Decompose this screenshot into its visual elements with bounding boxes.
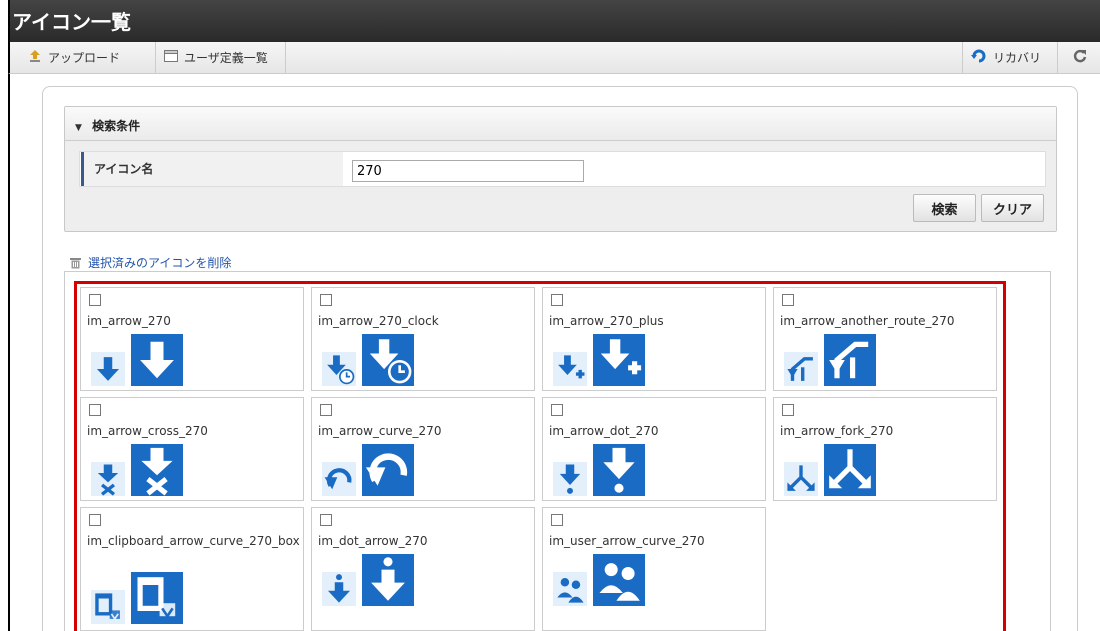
icon-select-checkbox[interactable] bbox=[551, 294, 563, 306]
user-defined-list-label: ユーザ定義一覧 bbox=[184, 51, 268, 65]
icon-select-checkbox[interactable] bbox=[320, 294, 332, 306]
icon-name-input[interactable] bbox=[352, 160, 584, 182]
list-icon bbox=[164, 50, 178, 65]
delete-selected-icons-link[interactable]: 選択済みのアイコンを削除 bbox=[70, 254, 231, 271]
icon-name-label: im_arrow_another_route_270 bbox=[780, 314, 955, 328]
icon-card: im_arrow_cross_270 bbox=[80, 397, 304, 501]
upload-button[interactable]: アップロード bbox=[20, 42, 156, 73]
icon-select-checkbox[interactable] bbox=[89, 404, 101, 416]
icon-select-checkbox[interactable] bbox=[782, 404, 794, 416]
icon-card: im_arrow_curve_270 bbox=[311, 397, 535, 501]
clipboard-icon bbox=[91, 572, 183, 624]
icon-name-label: アイコン名 bbox=[81, 152, 343, 186]
icon-card: im_dot_arrow_270 bbox=[311, 507, 535, 631]
another-route-icon bbox=[784, 334, 876, 386]
clear-button[interactable]: クリア bbox=[981, 194, 1044, 222]
icon-name-condition-row: アイコン名 bbox=[79, 151, 1046, 187]
page-title: アイコン一覧 bbox=[8, 0, 1100, 42]
refresh-button[interactable] bbox=[1058, 42, 1100, 73]
icon-name-label: im_arrow_cross_270 bbox=[87, 424, 208, 438]
arrow-curve-icon bbox=[322, 444, 414, 496]
icon-select-checkbox[interactable] bbox=[320, 514, 332, 526]
icon-select-checkbox[interactable] bbox=[320, 404, 332, 416]
icon-select-checkbox[interactable] bbox=[782, 294, 794, 306]
arrow-fork-icon bbox=[784, 444, 876, 496]
icon-card: im_arrow_another_route_270 bbox=[773, 287, 997, 391]
icon-name-label: im_arrow_fork_270 bbox=[780, 424, 894, 438]
trash-icon bbox=[70, 257, 81, 268]
dot-arrow-icon bbox=[322, 554, 414, 606]
collapse-triangle-icon: ▼ bbox=[75, 123, 82, 133]
arrow-cross-icon bbox=[91, 444, 183, 496]
delete-selected-icons-label: 選択済みのアイコンを削除 bbox=[88, 256, 232, 270]
icon-card: im_arrow_270 bbox=[80, 287, 304, 391]
arrow-plus-icon bbox=[553, 334, 645, 386]
icon-name-label: im_arrow_dot_270 bbox=[549, 424, 659, 438]
icon-card: im_clipboard_arrow_curve_270_box bbox=[80, 507, 304, 631]
icon-card: im_arrow_270_clock bbox=[311, 287, 535, 391]
search-conditions-header[interactable]: ▼ 検索条件 bbox=[65, 107, 1056, 141]
icon-card: im_arrow_fork_270 bbox=[773, 397, 997, 501]
icon-name-label: im_arrow_270_clock bbox=[318, 314, 439, 328]
icon-name-label: im_arrow_curve_270 bbox=[318, 424, 442, 438]
icon-name-label: im_dot_arrow_270 bbox=[318, 534, 428, 548]
icon-select-checkbox[interactable] bbox=[551, 404, 563, 416]
search-conditions-title: 検索条件 bbox=[92, 119, 141, 133]
arrow-down-icon bbox=[91, 334, 183, 386]
upload-icon bbox=[28, 49, 42, 66]
icon-name-label: im_clipboard_arrow_curve_270_box bbox=[87, 534, 300, 548]
user-defined-list-button[interactable]: ユーザ定義一覧 bbox=[156, 42, 286, 73]
icon-card: im_user_arrow_curve_270 bbox=[542, 507, 766, 631]
recovery-button[interactable]: リカバリ bbox=[962, 42, 1058, 73]
arrow-clock-icon bbox=[322, 334, 414, 386]
arrow-dot-icon bbox=[553, 444, 645, 496]
search-button[interactable]: 検索 bbox=[913, 194, 976, 222]
search-conditions-box: ▼ 検索条件 アイコン名 bbox=[64, 106, 1057, 232]
left-border bbox=[8, 74, 10, 631]
icon-card: im_arrow_dot_270 bbox=[542, 397, 766, 501]
user-arrow-icon bbox=[553, 554, 645, 606]
icon-select-checkbox[interactable] bbox=[89, 294, 101, 306]
recovery-icon bbox=[971, 49, 987, 66]
icon-select-checkbox[interactable] bbox=[89, 514, 101, 526]
icon-name-label: im_user_arrow_curve_270 bbox=[549, 534, 705, 548]
refresh-icon bbox=[1073, 49, 1087, 66]
icon-name-label: im_arrow_270_plus bbox=[549, 314, 664, 328]
toolbar: アップロード ユーザ定義一覧 リカバリ bbox=[8, 42, 1100, 74]
icon-select-checkbox[interactable] bbox=[551, 514, 563, 526]
upload-label: アップロード bbox=[48, 51, 121, 65]
recovery-label: リカバリ bbox=[993, 51, 1042, 65]
icon-name-label: im_arrow_270 bbox=[87, 314, 171, 328]
icon-card: im_arrow_270_plus bbox=[542, 287, 766, 391]
